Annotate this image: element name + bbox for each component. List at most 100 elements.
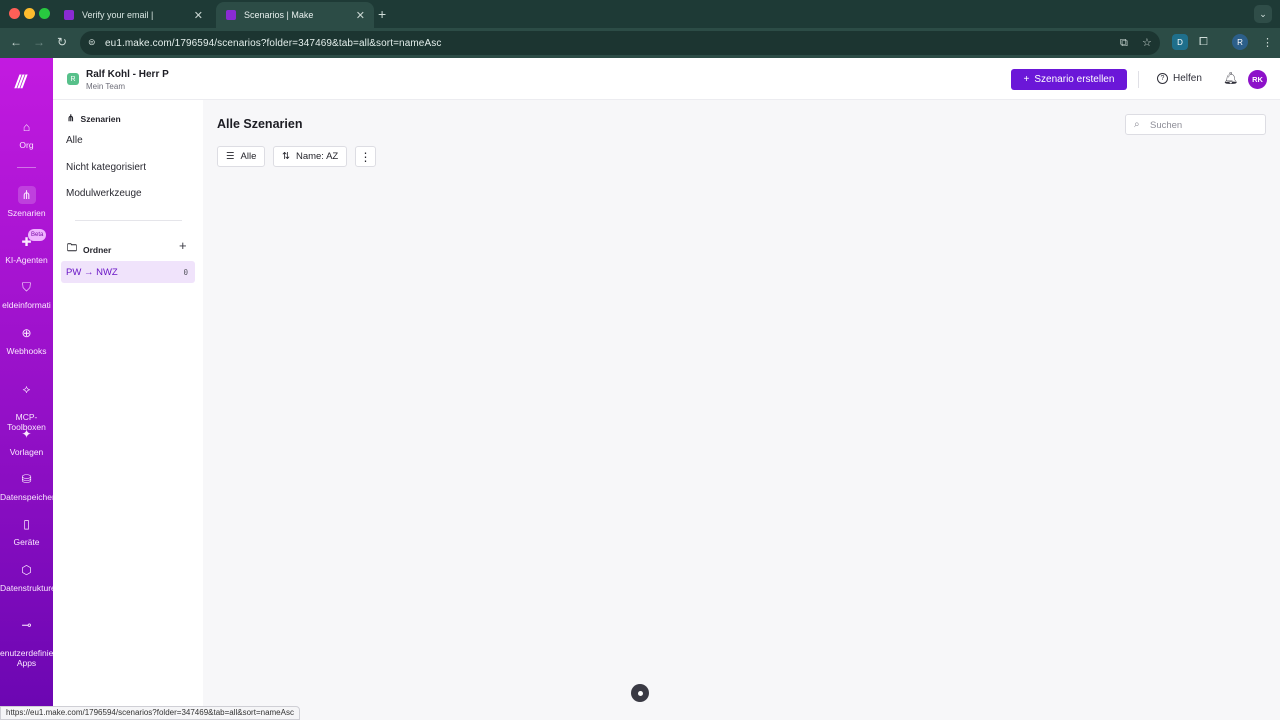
help-button[interactable]: ? Helfen — [1157, 73, 1202, 84]
make-app: /// ⌂ Org ⋔ Szenarien ✚ Beta KI-Agenten … — [0, 58, 1280, 720]
new-tab-icon[interactable]: + — [378, 6, 386, 22]
profile-avatar[interactable]: R — [1232, 34, 1248, 50]
scenarios-icon: ⋔ — [17, 186, 36, 204]
close-window-dot[interactable] — [9, 8, 20, 19]
make-favicon-icon — [64, 10, 74, 20]
close-tab-icon[interactable]: ✕ — [356, 9, 365, 22]
nav-label: KI-Agenten — [5, 255, 48, 265]
nav-label: Webhooks — [6, 346, 47, 356]
search-box[interactable]: ⌕ — [1125, 114, 1266, 135]
extension-icon[interactable]: D — [1172, 34, 1188, 50]
plus-icon: + — [1023, 74, 1030, 85]
browser-tab-scenarios[interactable]: Scenarios | Make ✕ — [216, 2, 374, 28]
url-text: eu1.make.com/1796594/scenarios?folder=34… — [105, 38, 442, 49]
nav-item-ai-agents[interactable]: ✚ Beta KI-Agenten — [0, 229, 53, 265]
folder-item[interactable]: PW → NWZ 0 — [61, 261, 195, 283]
maximize-window-dot[interactable] — [39, 8, 50, 19]
sort-icon: ⇅ — [282, 151, 290, 162]
create-scenario-button[interactable]: + Szenario erstellen — [1011, 69, 1127, 90]
reload-icon[interactable]: ↻ — [57, 35, 67, 49]
team-badge[interactable]: R — [67, 73, 79, 85]
extensions-puzzle-icon[interactable]: ⧠ — [1199, 36, 1208, 49]
address-bar[interactable]: ⊜ eu1.make.com/1796594/scenarios?folder=… — [80, 31, 1160, 55]
team-name[interactable]: Ralf Kohl - Herr P — [86, 69, 169, 80]
scenarios-side-panel: ⋔ Szenarien Alle Nicht kategorisiert Mod… — [53, 100, 203, 720]
search-icon: ⌕ — [1134, 119, 1140, 130]
nav-item-org[interactable]: ⌂ Org — [0, 118, 53, 150]
bookmark-star-icon[interactable]: ☆ — [1142, 36, 1152, 49]
nav-label: Szenarien — [7, 208, 46, 218]
browser-tab-verify[interactable]: Verify your email | ✕ — [54, 2, 212, 28]
nav-label: Vorlagen — [9, 447, 44, 457]
nav-item-mcp-toolboxes[interactable]: ⟡ MCP- Toolboxen — [0, 370, 53, 432]
create-scenario-label: Szenario erstellen — [1034, 74, 1115, 85]
database-icon: ⛁ — [21, 472, 32, 486]
loading-indicator — [631, 684, 649, 702]
sort-button[interactable]: ⇅ Name: AZ — [273, 146, 348, 167]
site-info-icon[interactable]: ⊜ — [88, 37, 96, 48]
panel-link-uncategorized[interactable]: Nicht kategorisiert — [66, 162, 146, 173]
scenarios-icon: ⋔ — [67, 113, 75, 123]
nav-item-datastores[interactable]: ⛁ Datenspeicher — [0, 470, 53, 502]
panel-header: ⋔ Szenarien — [67, 113, 121, 124]
search-input[interactable] — [1150, 118, 1260, 132]
bell-icon[interactable]: 🔔︎ — [1223, 71, 1238, 85]
tab-title: Scenarios | Make — [244, 10, 314, 20]
back-icon[interactable]: ← — [10, 35, 22, 49]
folders-label: Ordner — [83, 244, 112, 255]
puzzle-icon: ✦ — [21, 427, 32, 441]
question-icon: ? — [1157, 73, 1168, 84]
panel-header-label: Szenarien — [80, 113, 121, 124]
sort-label: Name: AZ — [295, 151, 339, 162]
folder-name: PW → NWZ — [66, 267, 118, 278]
tab-search-chevron-icon[interactable]: ⌄ — [1254, 5, 1272, 23]
panel-link-module-tools[interactable]: Modulwerkzeuge — [66, 188, 142, 199]
folder-icon: 🗀 — [67, 243, 77, 254]
shield-icon: ⛉ — [21, 280, 31, 294]
make-logo-icon[interactable]: /// — [15, 72, 26, 93]
tab-title: Verify your email | — [82, 10, 154, 20]
nav-item-custom-apps[interactable]: ⊸ enutzerdefinier Apps — [0, 606, 53, 668]
nav-item-templates[interactable]: ✦ Vorlagen — [0, 425, 53, 457]
nav-item-data-structures[interactable]: ⬡ Datenstrukturen — [0, 561, 53, 593]
add-folder-icon[interactable]: + — [179, 238, 187, 253]
nav-item-credentials[interactable]: ⛉ eldeinformati — [0, 278, 53, 310]
nav-label: Datenspeicher — [0, 492, 53, 502]
nav-item-devices[interactable]: ▯ Geräte — [0, 515, 53, 547]
close-tab-icon[interactable]: ✕ — [194, 9, 203, 22]
browser-toolbar: ← → ↻ ⊜ eu1.make.com/1796594/scenarios?f… — [0, 28, 1280, 58]
folder-count: 0 — [183, 268, 188, 277]
nav-item-scenarios[interactable]: ⋔ Szenarien — [0, 186, 53, 218]
beta-badge: Beta — [28, 229, 47, 241]
panel-divider — [75, 220, 182, 221]
page-title: Alle Szenarien — [217, 117, 303, 131]
make-favicon-icon — [226, 10, 236, 20]
nav-label: eldeinformati — [2, 300, 51, 310]
home-icon: ⌂ — [22, 120, 31, 134]
more-options-button[interactable]: ⋮ — [355, 146, 376, 167]
nav-label: Org — [19, 140, 34, 150]
nav-label: enutzerdefinier Apps — [0, 648, 53, 668]
phone-icon: ▯ — [23, 517, 30, 531]
globe-icon: ⊕ — [21, 326, 32, 340]
panel-link-all[interactable]: Alle — [66, 135, 83, 146]
cube-icon: ⬡ — [21, 563, 32, 577]
translate-icon[interactable]: ⧉ — [1120, 37, 1128, 50]
nav-item-webhooks[interactable]: ⊕ Webhooks — [0, 324, 53, 356]
divider — [1138, 71, 1139, 88]
minimize-window-dot[interactable] — [24, 8, 35, 19]
kebab-menu-icon: ⋮ — [359, 149, 372, 164]
user-avatar[interactable]: RK — [1248, 70, 1267, 89]
team-subtitle: Mein Team — [86, 82, 125, 91]
top-bar: R Ralf Kohl - Herr P Mein Team + Szenari… — [53, 58, 1280, 100]
browser-menu-icon[interactable]: ⋮ — [1262, 36, 1273, 49]
mcp-icon: ⟡ — [22, 382, 31, 396]
filter-button[interactable]: ☰ Alle — [217, 146, 266, 167]
forward-icon[interactable]: → — [33, 35, 45, 49]
nav-separator — [17, 167, 36, 168]
folders-header: 🗀 Ordner — [67, 241, 111, 258]
status-bar-url: https://eu1.make.com/1796594/scenarios?f… — [0, 706, 300, 720]
browser-tab-strip: Verify your email | ✕ Scenarios | Make ✕… — [0, 0, 1280, 28]
filter-label: Alle — [240, 151, 257, 162]
left-navigation: /// ⌂ Org ⋔ Szenarien ✚ Beta KI-Agenten … — [0, 58, 53, 720]
